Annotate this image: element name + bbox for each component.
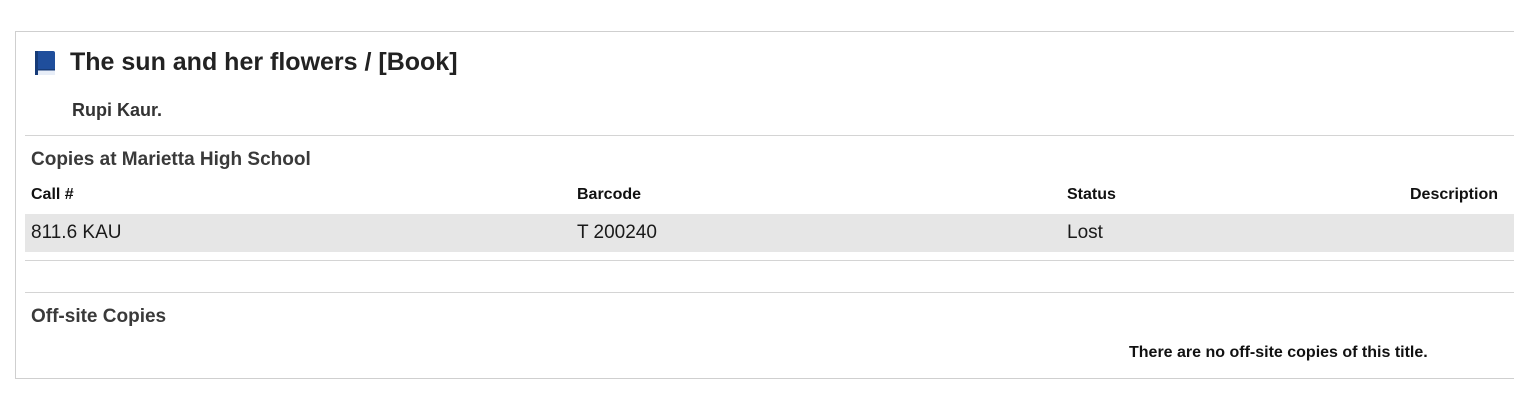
- title-header: The sun and her flowers / [Book]: [34, 48, 458, 77]
- divider: [25, 292, 1514, 293]
- divider: [25, 260, 1514, 261]
- author-name: Rupi Kaur.: [72, 100, 163, 120]
- page-title: The sun and her flowers / [Book]: [70, 48, 458, 76]
- copies-section-heading: Copies at Marietta High School: [31, 149, 311, 170]
- column-header-description: Description: [1409, 186, 1498, 203]
- column-header-barcode: Barcode: [577, 186, 642, 203]
- divider: [25, 135, 1514, 136]
- column-header-status: Status: [1067, 186, 1116, 203]
- cell-barcode: T 200240: [577, 222, 657, 243]
- offsite-section-heading: Off-site Copies: [31, 306, 167, 327]
- title-details-panel: The sun and her flowers / [Book] Rupi Ka…: [15, 31, 1514, 379]
- cell-call-number: 811.6 KAU: [31, 222, 122, 243]
- book-icon: [35, 50, 55, 75]
- table-row: [25, 214, 1514, 252]
- column-header-call: Call #: [31, 186, 74, 203]
- no-offsite-copies-message: There are no off-site copies of this tit…: [1129, 344, 1428, 361]
- cell-status: Lost: [1067, 222, 1103, 243]
